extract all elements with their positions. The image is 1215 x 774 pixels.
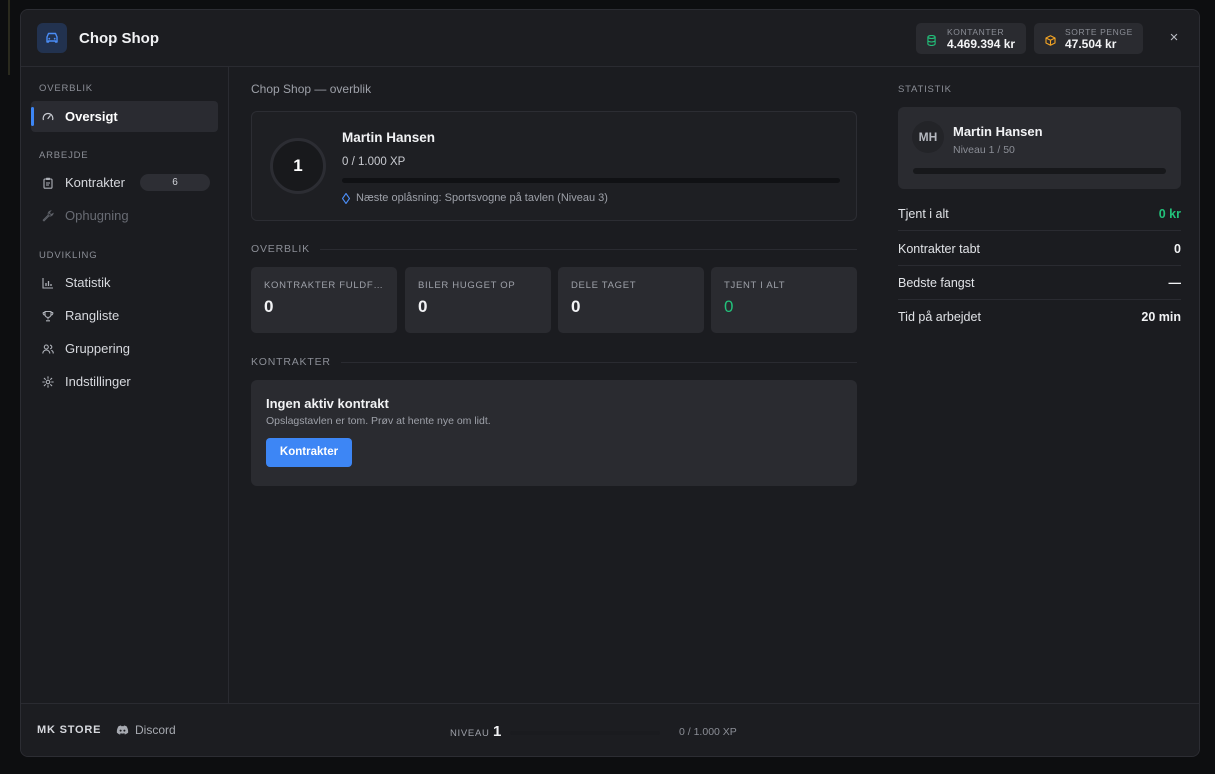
stat-row-value: 0 kr (1158, 206, 1181, 221)
background-decoration (0, 0, 20, 120)
profile-card: 1 Martin Hansen 0 / 1.000 XP Næste oplås… (251, 111, 857, 221)
footer-level-label: NIVEAU (450, 728, 490, 739)
stat-row-value: — (1168, 275, 1182, 290)
stat-row-total-earned: Tjent i alt 0 kr (898, 197, 1181, 231)
sidebar-item-label: Oversigt (65, 109, 118, 124)
contracts-section-label: KONTRAKTER (251, 356, 331, 368)
stat-row-contracts-lost: Kontrakter tabt 0 (898, 232, 1181, 266)
contract-title: Ingen aktiv kontrakt (266, 396, 389, 411)
stat-card-cars-chopped: BILER HUGGET OP 0 (405, 267, 551, 333)
cash-balance: KONTANTER 4.469.394 kr (916, 23, 1026, 54)
car-icon (37, 23, 67, 53)
stat-value: 0 (724, 297, 734, 316)
sidebar-item-ophugning[interactable]: Ophugning (31, 200, 218, 231)
stats-profile-card: MH Martin Hansen Niveau 1 / 50 (898, 107, 1181, 189)
sidebar-item-indstillinger[interactable]: Indstillinger (31, 366, 218, 397)
stat-row-label: Kontrakter tabt (898, 241, 980, 256)
overview-section-title: OVERBLIK (251, 243, 857, 255)
discord-icon (116, 725, 129, 735)
stat-row-value: 0 (1174, 241, 1181, 256)
stat-card-total-earned: TJENT I ALT 0 (711, 267, 857, 333)
stats-player-name: Martin Hansen (953, 124, 1043, 139)
stat-value: 0 (571, 297, 581, 316)
level-badge: 1 (270, 138, 326, 194)
next-unlock-text: Næste oplåsning: Sportsvogne på tavlen (… (356, 192, 608, 204)
dirty-money-value: 47.504 kr (1065, 37, 1117, 51)
sidebar-item-label: Ophugning (65, 208, 129, 223)
stat-row-label: Tjent i alt (898, 206, 949, 221)
discord-label: Discord (135, 723, 176, 737)
stat-label: DELE TAGET (571, 280, 637, 291)
dirty-money-label: SORTE PENGE (1065, 27, 1133, 37)
sidebar-item-statistik[interactable]: Statistik (31, 267, 218, 298)
box-icon (1045, 33, 1056, 51)
contract-card: Ingen aktiv kontrakt Opslagstavlen er to… (251, 380, 857, 486)
stat-label: KONTRAKTER FULDF… (264, 280, 384, 291)
xp-text: 0 / 1.000 XP (342, 156, 406, 168)
chop-shop-window: Chop Shop KONTANTER 4.469.394 kr SORTE P… (20, 9, 1200, 757)
contracts-section-title: KONTRAKTER (251, 356, 857, 368)
bar-chart-icon (42, 278, 53, 289)
sidebar-item-label: Kontrakter (65, 175, 125, 190)
clipboard-icon (43, 177, 53, 189)
sidebar-item-oversigt[interactable]: Oversigt (31, 101, 218, 132)
cash-label: KONTANTER (947, 27, 1005, 37)
sidebar: OVERBLIK Oversigt ARBEJDE Kontrakter 6 O… (21, 67, 229, 703)
dirty-money-balance: SORTE PENGE 47.504 kr (1034, 23, 1143, 54)
contracts-button[interactable]: Kontrakter (266, 438, 352, 467)
sidebar-item-label: Indstillinger (65, 374, 131, 389)
stat-row-value: 20 min (1141, 310, 1181, 324)
stat-value: 0 (418, 297, 428, 316)
sidebar-section-udvikling: UDVIKLING (39, 250, 98, 261)
stats-player-level: Niveau 1 / 50 (953, 144, 1015, 156)
users-icon (42, 344, 54, 354)
sidebar-item-label: Rangliste (65, 308, 120, 323)
stat-card-contracts-completed: KONTRAKTER FULDF… 0 (251, 267, 397, 333)
cash-value: 4.469.394 kr (947, 37, 1016, 51)
footer-xp-text: 0 / 1.000 XP (679, 726, 737, 738)
stats-panel: STATISTIK MH Martin Hansen Niveau 1 / 50… (880, 67, 1199, 703)
stat-row-label: Bedste fangst (898, 275, 975, 290)
sidebar-item-gruppering[interactable]: Gruppering (31, 333, 218, 364)
sidebar-item-rangliste[interactable]: Rangliste (31, 300, 218, 331)
footer: MK STORE Discord NIVEAU 1 0 / 1.000 XP (21, 703, 1199, 756)
overview-section-label: OVERBLIK (251, 243, 310, 255)
main-content: Chop Shop — overblik 1 Martin Hansen 0 /… (230, 67, 879, 703)
stat-value: 0 (264, 297, 274, 316)
level-progress-bar (913, 168, 1166, 174)
contracts-count-badge: 6 (139, 174, 210, 191)
player-name: Martin Hansen (342, 130, 436, 145)
next-unlock: Næste oplåsning: Sportsvogne på tavlen (… (342, 192, 608, 204)
stat-label: TJENT I ALT (724, 280, 786, 291)
gear-icon (42, 376, 54, 388)
sidebar-section-arbejde: ARBEJDE (39, 150, 89, 161)
stat-row-time-worked: Tid på arbejdet 20 min (898, 300, 1181, 334)
contract-subtitle: Opslagstavlen er tom. Prøv at hente nye … (266, 415, 491, 427)
footer-xp-bar (510, 731, 660, 735)
app-title: Chop Shop (79, 30, 159, 47)
trophy-icon (42, 310, 54, 322)
stat-label: BILER HUGGET OP (418, 280, 516, 291)
diamond-icon (342, 192, 350, 204)
stat-row-label: Tid på arbejdet (898, 310, 981, 324)
discord-link[interactable]: Discord (116, 723, 176, 737)
stats-panel-label: STATISTIK (898, 84, 952, 95)
breadcrumb: Chop Shop — overblik (251, 82, 372, 96)
stat-row-best-catch: Bedste fangst — (898, 266, 1181, 300)
sidebar-item-label: Statistik (65, 275, 111, 290)
sidebar-item-kontrakter[interactable]: Kontrakter 6 (31, 167, 218, 198)
footer-level-value: 1 (493, 723, 502, 740)
close-button[interactable]: × (1165, 29, 1183, 47)
xp-progress-bar (342, 178, 840, 183)
sidebar-item-label: Gruppering (65, 341, 131, 356)
wrench-icon (42, 210, 54, 222)
header: Chop Shop KONTANTER 4.469.394 kr SORTE P… (21, 10, 1199, 67)
brand-label: MK STORE (37, 724, 102, 736)
stat-card-parts-taken: DELE TAGET 0 (558, 267, 704, 333)
sidebar-section-overblik: OVERBLIK (39, 83, 93, 94)
avatar: MH (912, 121, 944, 153)
cash-stack-icon (927, 33, 936, 51)
gauge-icon (42, 113, 54, 121)
